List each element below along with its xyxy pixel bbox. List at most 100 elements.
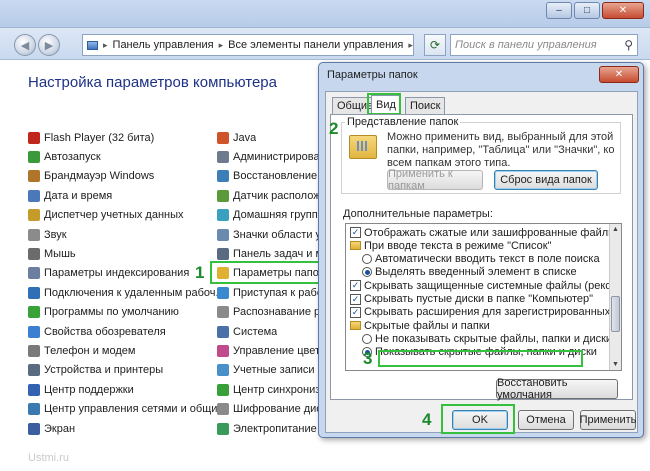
checkbox[interactable]: ✓ [350,280,361,292]
item-icon [28,247,40,260]
close-icon: ✕ [618,5,628,16]
reset-folders-button[interactable]: Сброс вида папок [494,170,598,190]
control-panel-item[interactable]: Значки области уведомлений [217,225,318,244]
scroll-thumb[interactable] [611,296,620,332]
control-panel-item[interactable]: Параметры индексирования [28,264,189,283]
control-panel-item[interactable]: Электропитание [217,419,317,438]
radio-button[interactable] [362,267,372,278]
apply-to-folders-button[interactable]: Применить к папкам [387,168,483,192]
control-panel-item[interactable]: Распознавание речи [217,303,318,322]
control-panel-item[interactable]: Диспетчер учетных данных [28,206,184,225]
folder-options-dialog: Параметры папок ✕ Общие Вид Поиск Предст… [318,62,644,438]
item-label: Восстановление [233,170,318,183]
radio-button[interactable] [362,333,372,344]
scroll-up-icon[interactable]: ▲ [610,224,621,235]
close-button[interactable]: ✕ [602,2,644,19]
control-panel-item[interactable]: Автозапуск [28,147,101,166]
advanced-option-row[interactable]: При вводе текста в режиме "Список" [350,239,551,252]
control-panel-item[interactable]: Центр синхронизации [217,380,318,399]
control-panel-item[interactable]: Брандмауэр Windows [28,167,154,186]
folder-view-icon [349,135,377,159]
advanced-option-row[interactable]: ✓ Скрывать расширения для зарегистрирован… [350,306,621,319]
control-panel-item[interactable]: Система [217,322,277,341]
list-scrollbar[interactable]: ▲ ▼ [609,224,621,370]
advanced-settings-list[interactable]: ✓ Отображать сжатые или зашифрованные фай… [345,223,622,371]
control-panel-item[interactable]: Дата и время [28,186,112,205]
advanced-option-row[interactable]: ✓ Скрывать защищенные системные файлы (ре… [350,279,621,292]
watermark: Ustmi.ru [28,452,69,464]
apply-button[interactable]: Применить [580,410,636,430]
item-label: Устройства и принтеры [44,364,164,377]
item-icon [28,131,40,144]
option-label: Отображать сжатые или зашифрованные файл… [364,226,622,239]
folder-view-group-title: Представление папок [345,116,461,128]
control-panel-item[interactable]: Центр поддержки [28,380,134,399]
item-label: Дата и время [44,189,113,202]
control-panel-item[interactable]: Java [217,128,256,147]
forward-icon: ▶ [44,39,54,52]
control-panel-item[interactable]: Центр управления сетями и общи... [28,400,227,419]
control-panel-item[interactable]: Программы по умолчанию [28,303,179,322]
item-icon [28,228,40,241]
advanced-option-row[interactable]: Автоматически вводить текст в поле поиск… [362,253,600,266]
control-panel-item[interactable]: Звук [28,225,67,244]
control-panel-item[interactable]: Телефон и модем [28,341,135,360]
control-panel-item[interactable]: Восстановление [217,167,317,186]
address-input[interactable]: ▸ Панель управления ▸ Все элементы панел… [82,34,414,56]
control-panel-item[interactable]: Приступая к работе [217,283,318,302]
forward-button[interactable]: ▶ [38,34,60,56]
minimize-button[interactable]: ‒ [546,2,572,19]
step-label-4: 4 [422,410,432,429]
item-label: Учетные записи пользователей [233,364,318,377]
advanced-option-row[interactable]: Не показывать скрытые файлы, папки и дис… [362,332,612,345]
item-label: Параметры индексирования [44,267,190,280]
option-label: Скрывать пустые диски в папке "Компьютер… [364,293,594,305]
item-icon [28,267,40,280]
control-panel-item[interactable]: Управление цветом [217,341,318,360]
control-panel-item[interactable]: Датчик расположения [217,186,318,205]
restore-defaults-button[interactable]: Восстановить умолчания [496,377,618,401]
cancel-button[interactable]: Отмена [518,410,574,430]
step-label-1: 1 [195,263,205,282]
checkbox[interactable]: ✓ [350,306,361,318]
item-icon [217,209,229,222]
control-panel-item[interactable]: Администрирование [217,147,318,166]
dialog-close-button[interactable]: ✕ [599,66,639,83]
control-panel-item[interactable]: Домашняя группа [217,206,318,225]
address-bar: ◀ ▶ ▸ Панель управления ▸ Все элементы п… [0,28,650,60]
folder-icon [350,241,361,251]
back-button[interactable]: ◀ [14,34,36,56]
page-title: Настройка параметров компьютера [28,74,277,91]
breadcrumb-item[interactable]: Панель управления [113,39,214,51]
advanced-option-row[interactable]: ✓ Скрывать пустые диски в папке "Компьюте… [350,293,593,306]
folder-view-description: Можно применить вид, выбранный для этой … [387,131,615,169]
advanced-option-row[interactable]: Выделять введенный элемент в списке [362,266,577,279]
control-panel-item[interactable]: Мышь [28,244,76,263]
item-icon [217,131,229,144]
control-panel-item[interactable]: Шифрование диска BitLocker [217,400,318,419]
item-icon [217,383,229,396]
item-label: Программы по умолчанию [44,306,179,319]
maximize-button[interactable]: □ [574,2,600,19]
tab-search[interactable]: Поиск [405,97,446,114]
control-panel-item[interactable]: Устройства и принтеры [28,361,163,380]
item-label: Центр синхронизации [233,383,318,396]
item-label: Телефон и модем [44,344,136,357]
item-label: Мышь [44,247,76,260]
control-panel-item[interactable]: Flash Player (32 бита) [28,128,154,147]
control-panel-item[interactable]: Учетные записи пользователей [217,361,318,380]
radio-button[interactable] [362,254,372,265]
scroll-down-icon[interactable]: ▼ [610,359,621,370]
advanced-option-row[interactable]: Скрытые файлы и папки [350,319,490,332]
checkbox[interactable]: ✓ [350,227,361,238]
control-panel-item[interactable]: Свойства обозревателя [28,322,166,341]
refresh-button[interactable]: ⟳ [424,34,446,56]
checkbox[interactable]: ✓ [350,293,361,305]
item-icon [217,306,229,319]
advanced-option-row[interactable]: ✓ Отображать сжатые или зашифрованные фай… [350,226,622,239]
breadcrumb-separator: ▸ [218,39,224,50]
breadcrumb-item[interactable]: Все элементы панели управления [228,39,403,51]
control-panel-item[interactable]: Подключения к удаленным рабоч... [28,283,225,302]
control-panel-item[interactable]: Экран [28,419,75,438]
search-input[interactable]: Поиск в панели управления ⚲ [450,34,638,56]
